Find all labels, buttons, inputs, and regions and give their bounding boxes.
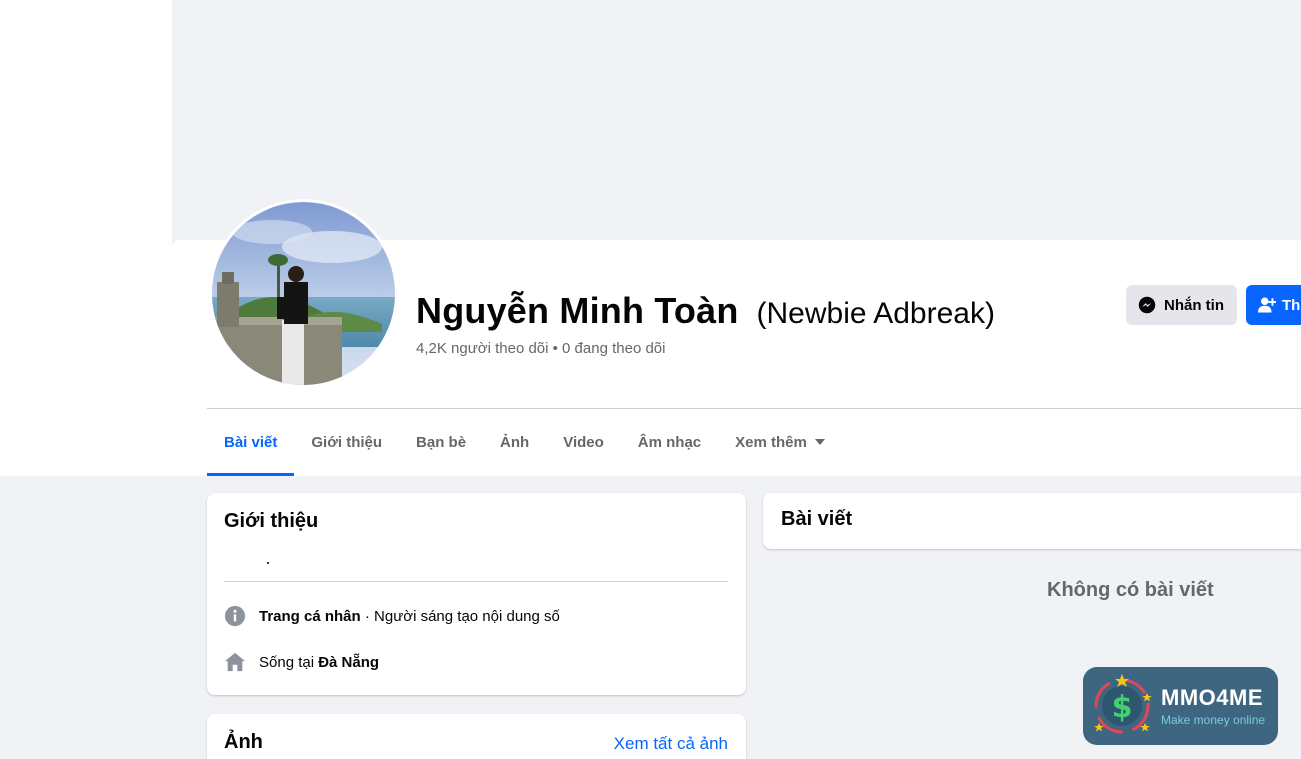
profile-category: · Người sáng tạo nội dung số	[360, 607, 560, 625]
tab-label: Bạn bè	[416, 433, 467, 451]
tab-friends[interactable]: Bạn bè	[399, 409, 483, 475]
mmo4me-logo: $	[1094, 674, 1152, 734]
left-blank-area	[0, 0, 172, 476]
message-button-label: Nhắn tin	[1164, 296, 1224, 314]
profile-name: Nguyễn Minh Toàn	[416, 290, 739, 331]
profile-type-label: Trang cá nhân	[259, 607, 361, 625]
location-city[interactable]: Đà Nẵng	[318, 654, 379, 671]
intro-row-location: Sống tại Đà Nẵng	[224, 651, 379, 673]
profile-name-row: Nguyễn Minh Toàn (Newbie Adbreak)	[416, 290, 995, 332]
tab-label: Giới thiệu	[311, 433, 383, 451]
intro-title: Giới thiệu	[224, 510, 319, 532]
profile-avatar[interactable]	[209, 199, 398, 388]
tab-more[interactable]: Xem thêm	[718, 409, 842, 475]
avatar-photo	[212, 202, 395, 385]
intro-separator	[224, 581, 728, 582]
add-friend-button[interactable]: Th	[1246, 285, 1301, 325]
intro-card: Giới thiệu Trang cá nhân · Người sáng tạ…	[207, 493, 746, 695]
posts-card: Bài viết	[763, 493, 1301, 549]
caret-down-icon	[814, 439, 825, 445]
posts-title: Bài viết	[781, 508, 853, 530]
message-button[interactable]: Nhắn tin	[1126, 285, 1237, 325]
follower-stats[interactable]: 4,2K người theo dõi • 0 đang theo dõi	[416, 340, 665, 357]
messenger-icon	[1138, 296, 1156, 314]
tab-videos[interactable]: Video	[546, 409, 621, 475]
tab-label: Âm nhạc	[637, 433, 702, 451]
photos-card: Ảnh Xem tất cả ảnh	[207, 714, 746, 759]
info-icon	[224, 605, 246, 627]
intro-row-profile-type: Trang cá nhân · Người sáng tạo nội dung …	[224, 605, 560, 627]
watermark-tagline: Make money online	[1161, 713, 1266, 727]
tab-about[interactable]: Giới thiệu	[294, 409, 399, 475]
tab-label: Xem thêm	[735, 433, 807, 451]
watermark-brand: MMO4ME	[1161, 685, 1263, 710]
home-icon	[224, 652, 246, 672]
tab-music[interactable]: Âm nhạc	[621, 409, 718, 475]
add-friend-label: Th	[1282, 296, 1301, 314]
add-friend-icon	[1258, 297, 1276, 313]
tab-label: Bài viết	[224, 433, 278, 451]
tab-label: Ảnh	[500, 433, 530, 451]
mmo4me-watermark: $ MMO4ME Make money online	[1083, 667, 1278, 745]
photos-title: Ảnh	[224, 731, 263, 753]
tab-label: Video	[563, 433, 604, 451]
tab-posts[interactable]: Bài viết	[207, 409, 295, 476]
location-prefix: Sống tại	[259, 653, 319, 671]
see-all-photos-link[interactable]: Xem tất cả ảnh	[614, 734, 728, 754]
tab-photos[interactable]: Ảnh	[483, 409, 546, 475]
profile-alternate-name: (Newbie Adbreak)	[756, 297, 995, 330]
profile-tabs: Bài viết Giới thiệu Bạn bè Ảnh Video Âm …	[207, 409, 842, 476]
intro-bio-dot	[267, 562, 269, 564]
no-posts-message: Không có bài viết	[1047, 579, 1214, 601]
svg-text:$: $	[1112, 690, 1133, 725]
